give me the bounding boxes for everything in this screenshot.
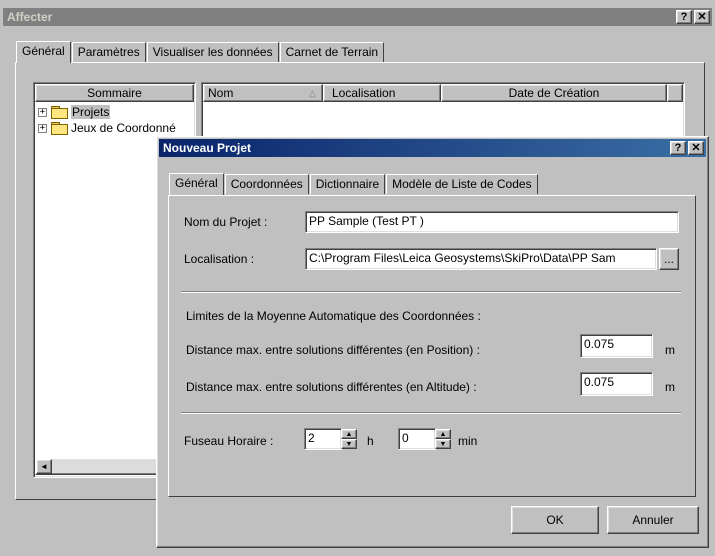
position-unit: m [665, 343, 675, 357]
tree-item-projets[interactable]: + Projets [38, 105, 111, 119]
spin-down-icon[interactable]: ▼ [341, 439, 357, 449]
col-header-extra[interactable] [667, 84, 683, 102]
browse-button[interactable]: ... [659, 248, 679, 270]
altitude-distance-field[interactable]: 0.075 [580, 372, 653, 396]
folder-icon [51, 122, 68, 135]
tab-parametres[interactable]: Paramètres [71, 42, 146, 62]
dialog-help-button[interactable]: ? [670, 141, 686, 155]
nouveau-projet-dialog: Nouveau Projet ? ✕ Général Coordonnées D… [156, 136, 709, 548]
folder-icon [51, 106, 68, 119]
altitude-label: Distance max. entre solutions différente… [186, 380, 477, 394]
sort-ascending-icon: △ [309, 87, 316, 98]
tab-general[interactable]: Général [16, 41, 71, 63]
project-name-label: Nom du Projet : [184, 215, 268, 229]
timezone-hours-spinner[interactable]: ▲ ▼ [341, 429, 357, 449]
close-button[interactable]: ✕ [694, 10, 710, 24]
limits-heading: Limites de la Moyenne Automatique des Co… [186, 309, 481, 323]
tab-carnet[interactable]: Carnet de Terrain [279, 42, 385, 62]
col-header-label: Nom [208, 86, 234, 100]
affecter-titlebar[interactable]: Affecter ? ✕ [3, 8, 712, 26]
minutes-unit: min [458, 434, 478, 448]
spin-down-icon[interactable]: ▼ [435, 439, 451, 449]
spin-up-icon[interactable]: ▲ [435, 429, 451, 439]
altitude-unit: m [665, 380, 675, 394]
tab-coordonnees[interactable]: Coordonnées [224, 174, 309, 194]
tree-item-label: Projets [71, 105, 111, 119]
position-distance-field[interactable]: 0.075 [580, 334, 653, 358]
timezone-minutes-spinner[interactable]: ▲ ▼ [435, 429, 451, 449]
tree-item-label: Jeux de Coordonné [71, 121, 176, 135]
expand-icon[interactable]: + [38, 123, 47, 133]
tab-dictionnaire[interactable]: Dictionnaire [309, 174, 386, 194]
ok-button[interactable]: OK [511, 506, 599, 534]
hours-unit: h [367, 434, 374, 448]
col-header-localisation[interactable]: Localisation [323, 84, 441, 102]
col-header-date[interactable]: Date de Création [441, 84, 667, 102]
col-header-nom[interactable]: Nom △ [203, 84, 323, 102]
project-name-field[interactable]: PP Sample (Test PT ) [305, 211, 679, 233]
expand-icon[interactable]: + [38, 107, 47, 117]
dialog-close-button[interactable]: ✕ [688, 141, 704, 155]
tab-general[interactable]: Général [169, 173, 224, 195]
tab-modele-codes[interactable]: Modèle de Liste de Codes [386, 174, 538, 194]
arrow-left-icon: ◄ [40, 462, 48, 471]
spin-up-icon[interactable]: ▲ [341, 429, 357, 439]
tree-item-jeux[interactable]: + Jeux de Coordonné [38, 121, 176, 135]
tree-header[interactable]: Sommaire [35, 84, 194, 102]
timezone-label: Fuseau Horaire : [184, 434, 274, 448]
dialog-titlebar[interactable]: Nouveau Projet ? ✕ [159, 139, 706, 157]
affecter-title: Affecter [7, 10, 53, 24]
position-label: Distance max. entre solutions différente… [186, 343, 480, 357]
location-field[interactable]: C:\Program Files\Leica Geosystems\SkiPro… [305, 248, 657, 270]
separator [181, 412, 681, 414]
location-label: Localisation : [184, 252, 255, 266]
affecter-tabs: Général Paramètres Visualiser les donnée… [16, 41, 385, 63]
tab-visualiser[interactable]: Visualiser les données [146, 42, 279, 62]
timezone-hours-field[interactable]: 2 [304, 428, 342, 450]
dialog-title: Nouveau Projet [163, 141, 252, 155]
dialog-tabs: Général Coordonnées Dictionnaire Modèle … [169, 173, 539, 195]
scroll-left-button[interactable]: ◄ [36, 459, 52, 474]
help-button[interactable]: ? [676, 10, 692, 24]
cancel-button[interactable]: Annuler [607, 506, 699, 534]
separator [181, 291, 681, 293]
timezone-minutes-field[interactable]: 0 [398, 428, 436, 450]
